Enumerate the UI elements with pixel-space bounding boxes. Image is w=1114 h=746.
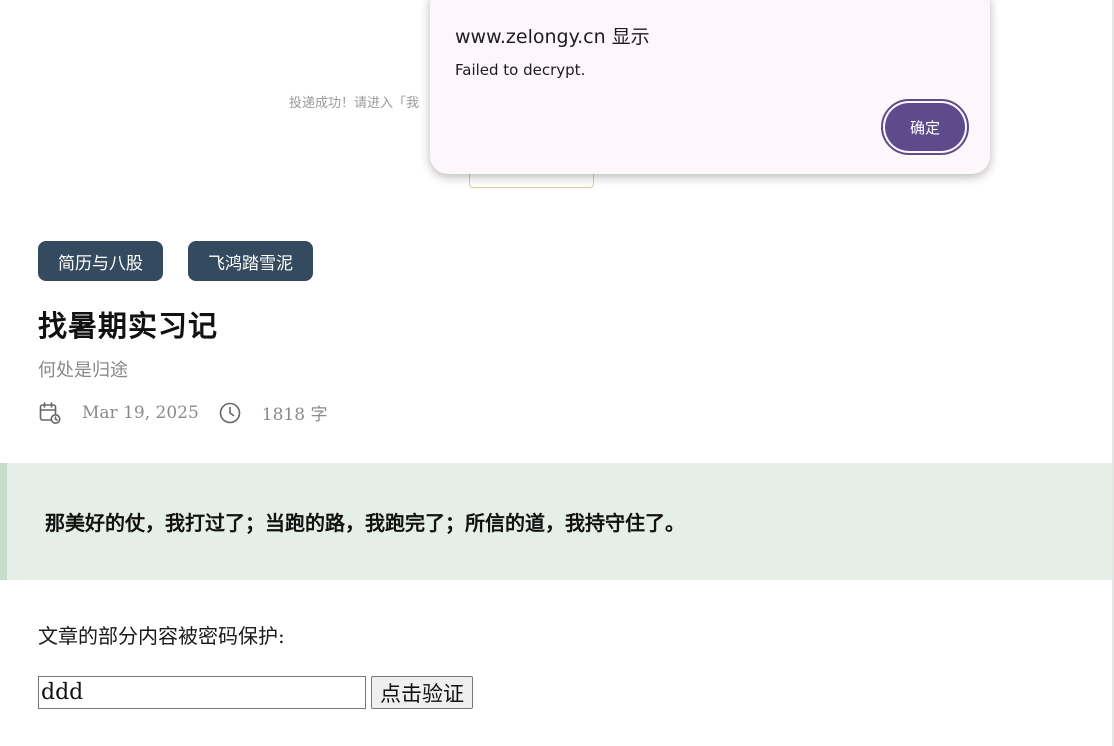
calendar-icon: [38, 401, 62, 425]
password-input[interactable]: [38, 676, 366, 709]
alert-ok-button[interactable]: 确定: [881, 99, 969, 155]
clock-icon: [218, 401, 242, 425]
quote-text: 那美好的仗，我打过了；当跑的路，我跑完了；所信的道，我持守住了。: [45, 511, 685, 535]
tag-life[interactable]: 飞鸿踏雪泥: [188, 241, 313, 281]
verify-button[interactable]: 点击验证: [371, 676, 473, 709]
post-meta: Mar 19, 2025 1818 字: [38, 400, 327, 425]
tag-list: 简历与八股 飞鸿踏雪泥: [38, 241, 313, 281]
password-protected-label: 文章的部分内容被密码保护:: [38, 624, 285, 648]
page: 投递成功！请进入「我 简历与八股 飞鸿踏雪泥 找暑期实习记 何处是归途 Mar …: [0, 0, 1114, 746]
word-count: 1818 字: [261, 405, 328, 425]
quote-block: 那美好的仗，我打过了；当跑的路，我跑完了；所信的道，我持守住了。: [0, 463, 1112, 580]
alert-ok-label: 确定: [885, 103, 965, 151]
tag-resume[interactable]: 简历与八股: [38, 241, 163, 281]
post-title: 找暑期实习记: [38, 309, 219, 343]
alert-dialog: www.zelongy.cn 显示 Failed to decrypt. 确定: [430, 0, 990, 174]
post-date: Mar 19, 2025: [82, 402, 199, 423]
submit-success-notice: 投递成功！请进入「我: [289, 96, 420, 111]
password-form: 点击验证: [38, 676, 473, 709]
post-subtitle: 何处是归途: [38, 360, 128, 381]
alert-title: www.zelongy.cn 显示: [455, 26, 650, 48]
alert-message: Failed to decrypt.: [455, 61, 586, 79]
